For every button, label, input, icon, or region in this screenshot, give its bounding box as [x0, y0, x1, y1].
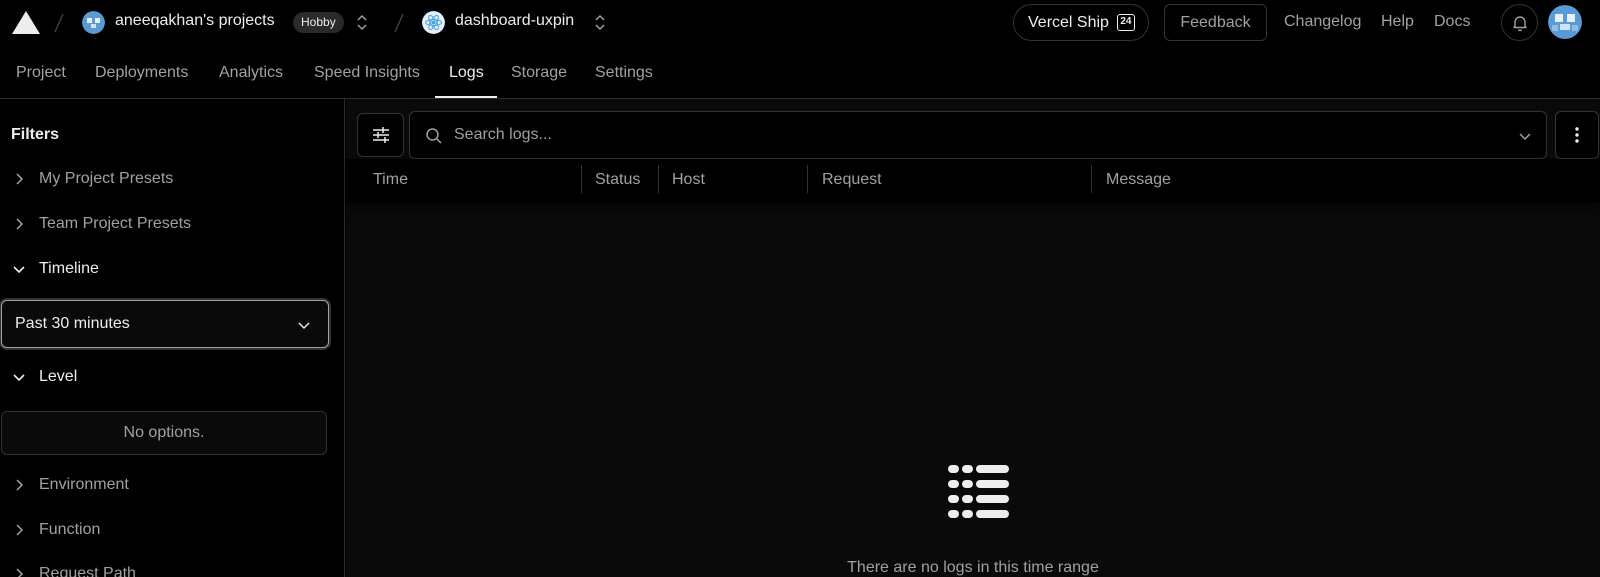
- column-divider[interactable]: [581, 165, 582, 193]
- feedback-button[interactable]: Feedback: [1164, 4, 1267, 41]
- column-host[interactable]: Host: [672, 171, 705, 189]
- notifications-button[interactable]: [1501, 4, 1538, 41]
- empty-state-message: There are no logs in this time range: [847, 559, 1099, 576]
- filter-section-label: My Project Presets: [39, 170, 174, 187]
- logs-panel: Time Status Host Request Message There a…: [346, 99, 1600, 577]
- docs-link[interactable]: Docs: [1434, 13, 1470, 31]
- filter-section-label: Timeline: [39, 260, 99, 277]
- tab-deployments[interactable]: Deployments: [95, 64, 188, 82]
- chevron-right-icon: [16, 568, 24, 577]
- slash-divider: [54, 13, 64, 33]
- column-request[interactable]: Request: [822, 171, 882, 189]
- tab-logs[interactable]: Logs: [449, 64, 484, 82]
- column-status[interactable]: Status: [595, 171, 640, 189]
- filters-title: Filters: [11, 126, 60, 143]
- team-switcher-chevron-icon[interactable]: [356, 13, 368, 32]
- filter-section-label: Environment: [39, 476, 129, 493]
- sliders-icon: [372, 127, 389, 143]
- tab-storage[interactable]: Storage: [511, 64, 567, 82]
- project-tabs: Project Deployments Analytics Speed Insi…: [0, 45, 1600, 99]
- changelog-link[interactable]: Changelog: [1284, 13, 1361, 31]
- tab-speed-insights[interactable]: Speed Insights: [314, 64, 420, 82]
- slash-divider: [394, 13, 404, 33]
- filter-section-timeline[interactable]: Timeline: [0, 250, 345, 290]
- help-link[interactable]: Help: [1381, 13, 1414, 31]
- tab-project[interactable]: Project: [16, 64, 66, 82]
- search-logs-input[interactable]: [454, 122, 1454, 148]
- team-name[interactable]: aneeqakhan's projects: [115, 12, 275, 30]
- team-avatar[interactable]: [82, 11, 105, 34]
- vercel-ship-label: Vercel Ship: [1028, 13, 1109, 31]
- filter-section-label: Level: [39, 368, 78, 385]
- more-vertical-icon: [1575, 127, 1579, 143]
- filter-section-label: Team Project Presets: [39, 215, 192, 232]
- logs-table-header: Time Status Host Request Message: [346, 159, 1600, 203]
- tab-settings[interactable]: Settings: [595, 64, 653, 82]
- filters-sidebar: Filters My Project Presets Team Project …: [0, 99, 345, 577]
- vercel-ship-button[interactable]: Vercel Ship 24: [1013, 4, 1149, 41]
- bell-icon: [1512, 15, 1527, 31]
- toggle-filters-button[interactable]: [357, 113, 404, 157]
- project-name[interactable]: dashboard-uxpin: [455, 12, 574, 30]
- plan-badge: Hobby: [293, 12, 344, 33]
- filter-section-level[interactable]: Level: [0, 358, 345, 398]
- empty-logs-list-icon: [948, 465, 1009, 518]
- project-switcher-chevron-icon[interactable]: [594, 13, 606, 32]
- filter-section-label: Request Path: [39, 565, 136, 577]
- column-divider[interactable]: [1091, 165, 1092, 193]
- filter-section-request-path[interactable]: Request Path: [0, 555, 345, 577]
- filter-section-my-project-presets[interactable]: My Project Presets: [0, 160, 345, 200]
- timeline-select[interactable]: Past 30 minutes: [1, 300, 329, 348]
- timeline-value: Past 30 minutes: [15, 315, 130, 332]
- column-divider[interactable]: [658, 165, 659, 193]
- level-no-options: No options.: [1, 411, 327, 455]
- vercel-logo-icon[interactable]: [11, 10, 41, 35]
- top-bar: aneeqakhan's projects Hobby dashboard-ux…: [0, 0, 1600, 45]
- tab-analytics[interactable]: Analytics: [219, 64, 283, 82]
- active-tab-indicator: [435, 96, 497, 98]
- filter-section-label: Function: [39, 521, 101, 538]
- chevron-right-icon: [16, 524, 24, 536]
- more-options-button[interactable]: [1555, 111, 1599, 159]
- chevron-down-icon[interactable]: [1518, 129, 1532, 143]
- filter-section-environment[interactable]: Environment: [0, 466, 345, 506]
- chevron-down-icon: [13, 266, 25, 274]
- user-avatar[interactable]: [1548, 5, 1582, 39]
- filter-section-function[interactable]: Function: [0, 511, 345, 551]
- project-avatar[interactable]: [422, 11, 445, 34]
- search-icon: [426, 128, 442, 144]
- column-time[interactable]: Time: [373, 171, 408, 189]
- column-divider[interactable]: [807, 165, 808, 193]
- chevron-right-icon: [16, 218, 24, 230]
- chevron-down-icon: [298, 322, 310, 329]
- chevron-right-icon: [16, 173, 24, 185]
- chevron-down-icon: [13, 374, 25, 382]
- filter-section-team-project-presets[interactable]: Team Project Presets: [0, 205, 345, 245]
- column-message[interactable]: Message: [1106, 171, 1171, 189]
- vercel-ship-badge: 24: [1116, 14, 1135, 31]
- search-logs-field[interactable]: [409, 111, 1547, 159]
- chevron-right-icon: [16, 479, 24, 491]
